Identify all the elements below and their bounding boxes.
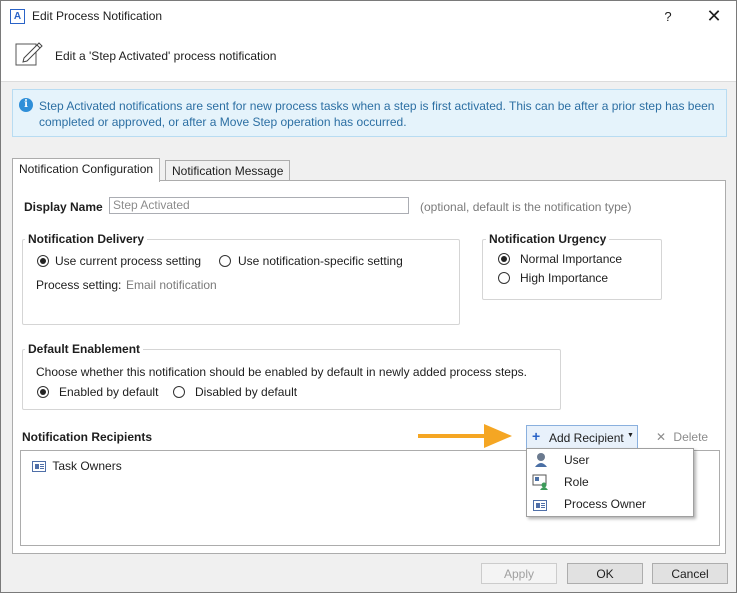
menu-item-label: Process Owner [564,497,647,511]
apply-button[interactable]: Apply [481,563,557,584]
dialog-window: A Edit Process Notification ? ✕ Edit a '… [0,0,737,593]
enabled-by-default-label[interactable]: Enabled by default [59,385,158,399]
delivery-legend: Notification Delivery [25,232,148,246]
add-recipient-label: Add Recipient [549,431,624,445]
menu-item-label: Role [564,475,589,489]
urgency-legend: Notification Urgency [486,232,610,246]
ok-button[interactable]: OK [567,563,643,584]
delivery-specific-radio[interactable] [219,255,231,267]
edit-document-icon [15,42,43,66]
display-name-input[interactable] [109,197,409,214]
delete-label: Delete [673,430,709,444]
role-icon [532,474,548,490]
info-banner: i Step Activated notifications are sent … [12,89,727,137]
id-card-icon [32,461,46,473]
display-name-hint: (optional, default is the notification t… [420,200,632,214]
menu-item-label: User [564,453,590,467]
urgency-group [482,239,662,300]
disabled-by-default-label[interactable]: Disabled by default [195,385,297,399]
process-setting-label: Process setting: [36,278,122,292]
disabled-by-default-radio[interactable] [173,386,185,398]
title-bar: A Edit Process Notification ? ✕ [1,1,736,32]
enablement-group [22,349,561,410]
delete-x-icon: ✕ [656,430,667,444]
recipients-label: Notification Recipients [22,430,153,444]
add-recipient-button[interactable]: + Add Recipient ▼ [526,425,638,449]
list-item[interactable]: Task Owners [32,459,122,473]
delivery-specific-label[interactable]: Use notification-specific setting [238,254,403,268]
info-icon: i [19,98,33,112]
menu-item-process-owner[interactable]: Process Owner [527,493,693,515]
display-name-label: Display Name [24,200,103,214]
plus-icon: + [532,428,541,444]
app-logo-icon: A [10,9,25,24]
cancel-button[interactable]: Cancel [652,563,728,584]
delivery-current-label[interactable]: Use current process setting [55,254,201,268]
tab-notification-configuration[interactable]: Notification Configuration [12,158,161,182]
menu-item-role[interactable]: Role [527,471,693,493]
urgency-high-label[interactable]: High Importance [520,271,608,285]
urgency-normal-label[interactable]: Normal Importance [520,252,622,266]
enablement-description: Choose whether this notification should … [36,365,527,379]
orange-arrow-icon [418,424,512,448]
list-item-label: Task Owners [52,459,122,473]
close-button[interactable]: ✕ [702,5,726,27]
delivery-current-radio[interactable] [37,255,49,267]
enablement-legend: Default Enablement [25,342,144,356]
info-banner-text: Step Activated notifications are sent fo… [39,99,715,129]
user-icon [535,453,547,467]
header-text: Edit a 'Step Activated' process notifica… [55,49,277,63]
delete-button[interactable]: ✕ Delete [656,430,708,444]
id-card-icon [533,500,547,512]
menu-item-user[interactable]: User [527,449,693,471]
chevron-down-icon: ▼ [627,432,634,439]
urgency-normal-radio[interactable] [498,253,510,265]
process-setting-value: Email notification [126,278,217,292]
enabled-by-default-radio[interactable] [37,386,49,398]
window-title: Edit Process Notification [32,9,163,23]
help-button[interactable]: ? [656,7,680,27]
urgency-high-radio[interactable] [498,272,510,284]
add-recipient-menu: User Role Process Owner [526,448,694,517]
